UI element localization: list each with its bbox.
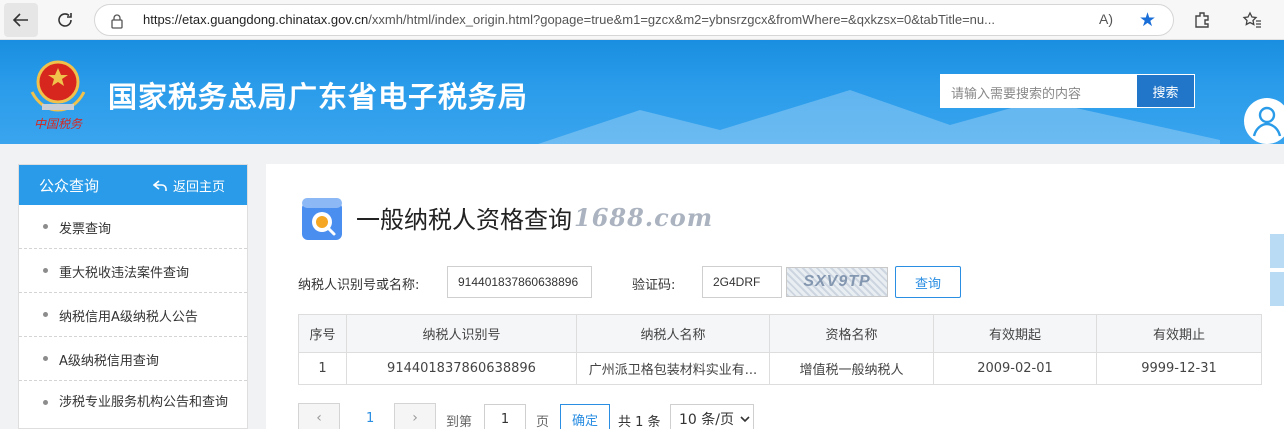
bullet-icon <box>43 400 48 405</box>
sidebar-item-invoice[interactable]: 发票查询 <box>19 205 247 249</box>
goto-page-input[interactable]: 1 <box>484 404 526 429</box>
sidebar-item-label: 发票查询 <box>59 222 112 237</box>
return-arrow-icon <box>153 179 167 191</box>
column-header: 有效期起 <box>933 314 1097 353</box>
goto-confirm-button[interactable]: 确定 <box>560 404 610 429</box>
float-top-tab[interactable] <box>1270 272 1284 306</box>
sidebar-item-a-level-query[interactable]: A级纳税信用查询 <box>19 337 247 381</box>
search-button[interactable]: 搜索 <box>1136 74 1195 108</box>
reload-button[interactable] <box>48 3 82 37</box>
page-size-select[interactable]: 10 条/页 <box>670 404 754 429</box>
search-document-icon <box>302 198 342 240</box>
user-avatar-icon[interactable] <box>1244 98 1284 144</box>
table-cell: 914401837860638896 <box>346 352 577 385</box>
table-cell: 9999-12-31 <box>1096 352 1262 385</box>
address-bar[interactable]: https://etax.guangdong.chinatax.gov.cn/x… <box>94 4 1174 36</box>
goto-prefix: 到第 <box>446 415 473 429</box>
column-header: 有效期止 <box>1096 314 1262 353</box>
page-size-value: 10 条/页 <box>679 412 734 428</box>
sidebar-item-major-cases[interactable]: 重大税收违法案件查询 <box>19 249 247 293</box>
bullet-icon <box>43 224 48 229</box>
result-table: 序号 纳税人识别号 纳税人名称 资格名称 有效期起 有效期止 1 9144018… <box>298 314 1262 385</box>
emblem-caption: 中国税务 <box>34 117 83 131</box>
read-aloud-icon[interactable]: A) <box>1099 11 1113 27</box>
query-button[interactable]: 查询 <box>895 266 961 298</box>
site-title: 国家税务总局广东省电子税务局 <box>108 80 529 114</box>
sidebar-item-service-agencies[interactable]: 涉税专业服务机构公告和查询 <box>19 381 247 429</box>
table-cell: 2009-02-01 <box>933 352 1097 385</box>
sidebar-item-label: A级纳税信用查询 <box>59 354 159 369</box>
sidebar-item-label: 重大税收违法案件查询 <box>59 266 190 281</box>
browser-toolbar: https://etax.guangdong.chinatax.gov.cn/x… <box>0 0 1284 40</box>
taxpayer-label: 纳税人识别号或名称: <box>298 278 420 293</box>
float-service-tab[interactable] <box>1270 234 1284 268</box>
back-home-link[interactable]: 返回主页 <box>153 176 225 195</box>
url-text: https://etax.guangdong.chinatax.gov.cn/x… <box>143 12 995 27</box>
captcha-input[interactable]: 2G4DRF <box>702 266 782 298</box>
bullet-icon <box>43 312 48 317</box>
column-header: 纳税人识别号 <box>346 314 577 353</box>
tax-emblem-icon: 中国税务 <box>30 60 86 131</box>
taxpayer-input[interactable]: 914401837860638896 <box>447 266 592 298</box>
extensions-icon[interactable] <box>1190 8 1214 32</box>
url-path: /xxmh/html/index_origin.html?gopage=true… <box>368 12 995 27</box>
watermark: 1688.com <box>574 203 714 232</box>
table-cell: 广州派卫格包装材料实业有... <box>576 352 770 385</box>
goto-suffix: 页 <box>536 415 550 429</box>
reload-icon <box>58 13 72 27</box>
page-title: 一般纳税人资格查询 <box>356 206 572 234</box>
favorite-star-icon[interactable]: ★ <box>1139 9 1156 31</box>
table-row: 1 914401837860638896 广州派卫格包装材料实业有... 增值税… <box>298 352 1262 385</box>
lock-icon <box>111 14 123 29</box>
favorites-list-icon[interactable] <box>1240 8 1264 32</box>
sidebar-header: 公众查询 返回主页 <box>19 165 247 205</box>
back-button[interactable] <box>4 3 38 37</box>
back-home-label: 返回主页 <box>173 180 226 195</box>
chevron-down-icon <box>740 416 750 423</box>
sidebar: 公众查询 返回主页 发票查询 重大税收违法案件查询 纳税信用A级纳税人公告 A级… <box>18 164 248 429</box>
sidebar-item-label: 涉税专业服务机构公告和查询 <box>59 395 229 410</box>
column-header: 序号 <box>298 314 347 353</box>
column-header: 资格名称 <box>769 314 934 353</box>
arrow-left-icon <box>12 13 28 27</box>
table-cell: 增值税一般纳税人 <box>769 352 934 385</box>
table-cell: 1 <box>298 352 347 385</box>
current-page-number[interactable]: 1 <box>366 411 374 426</box>
sidebar-item-a-level-notice[interactable]: 纳税信用A级纳税人公告 <box>19 293 247 337</box>
bullet-icon <box>43 268 48 273</box>
captcha-image[interactable]: SXV9TP <box>786 267 888 297</box>
table-header-row: 序号 纳税人识别号 纳税人名称 资格名称 有效期起 有效期止 <box>298 314 1262 353</box>
prev-page-button[interactable]: ‹ <box>298 403 340 429</box>
search-input[interactable]: 请输入需要搜索的内容 <box>940 74 1136 108</box>
next-page-button[interactable]: › <box>394 403 436 429</box>
captcha-label: 验证码: <box>632 278 676 293</box>
site-header: 中国税务 国家税务总局广东省电子税务局 请输入需要搜索的内容 搜索 登录 <box>0 40 1284 144</box>
column-header: 纳税人名称 <box>576 314 770 353</box>
url-host: https://etax.guangdong.chinatax.gov.cn <box>143 12 369 27</box>
sidebar-item-label: 纳税信用A级纳税人公告 <box>59 310 198 325</box>
sidebar-title: 公众查询 <box>39 177 100 195</box>
total-count: 共 1 条 <box>618 415 661 429</box>
bullet-icon <box>43 356 48 361</box>
